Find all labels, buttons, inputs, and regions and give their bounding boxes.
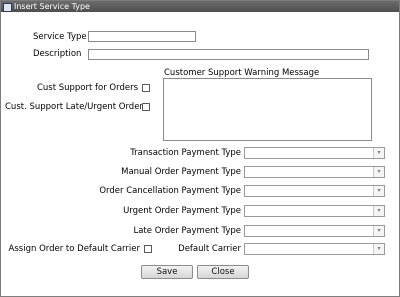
manual-order-payment-select[interactable]: ▾ (244, 166, 385, 178)
transaction-payment-label: Transaction Payment Type (130, 148, 241, 158)
transaction-payment-select[interactable]: ▾ (244, 147, 385, 159)
urgent-order-payment-label: Urgent Order Payment Type (123, 206, 241, 216)
cust-support-orders-label: Cust Support for Orders (36, 83, 138, 93)
assign-default-carrier-checkbox[interactable] (144, 245, 152, 253)
urgent-order-payment-select[interactable]: ▾ (244, 205, 385, 217)
chevron-down-icon: ▾ (373, 186, 384, 196)
description-input[interactable] (88, 49, 369, 60)
cust-support-orders-checkbox[interactable] (142, 84, 150, 92)
window-icon (3, 3, 12, 12)
chevron-down-icon: ▾ (373, 167, 384, 177)
manual-order-payment-label: Manual Order Payment Type (121, 167, 241, 177)
default-carrier-label: Default Carrier (178, 244, 241, 254)
chevron-down-icon: ▾ (373, 244, 384, 254)
description-label: Description (33, 49, 82, 59)
save-button[interactable]: Save (141, 265, 193, 279)
chevron-down-icon: ▾ (373, 226, 384, 236)
title-bar: Insert Service Type (1, 1, 399, 12)
assign-default-carrier-label: Assign Order to Default Carrier (8, 244, 140, 254)
window-title: Insert Service Type (14, 2, 90, 11)
late-order-payment-select[interactable]: ▾ (244, 225, 385, 237)
warning-message-textarea[interactable] (163, 78, 372, 141)
chevron-down-icon: ▾ (373, 148, 384, 158)
insert-service-type-dialog: Insert Service Type Service Type Descrip… (0, 0, 400, 297)
default-carrier-select[interactable]: ▾ (244, 243, 385, 255)
cust-support-late-checkbox[interactable] (142, 103, 150, 111)
cust-support-late-label: Cust. Support Late/Urgent Orders (5, 102, 148, 112)
late-order-payment-label: Late Order Payment Type (133, 226, 241, 236)
close-button[interactable]: Close (197, 265, 249, 279)
order-cancellation-payment-select[interactable]: ▾ (244, 185, 385, 197)
chevron-down-icon: ▾ (373, 206, 384, 216)
service-type-label: Service Type (33, 32, 87, 42)
service-type-input[interactable] (88, 31, 196, 42)
order-cancellation-payment-label: Order Cancellation Payment Type (99, 186, 241, 196)
